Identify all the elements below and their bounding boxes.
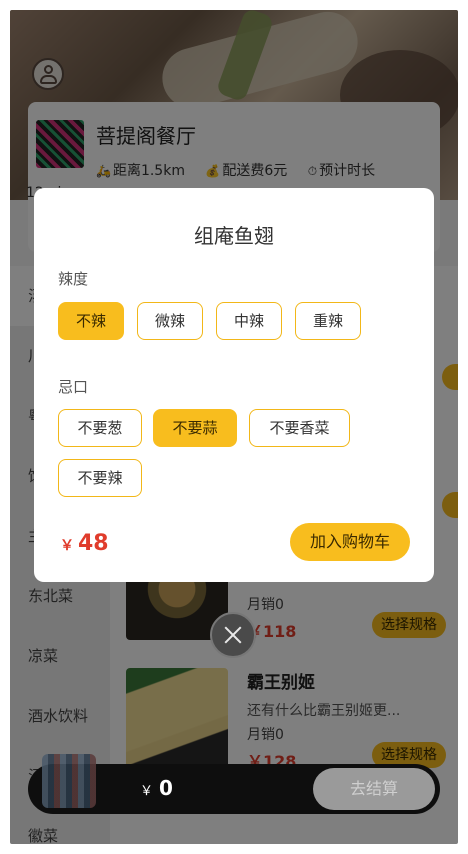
option-no-spicy[interactable]: 不辣 [58,302,124,340]
close-icon[interactable] [210,612,256,658]
option-no-chili[interactable]: 不要辣 [58,459,142,497]
cart-bar: ￥ 0 去结算 [28,754,440,814]
option-no-scallion[interactable]: 不要葱 [58,409,142,447]
cart-icon[interactable] [42,754,96,808]
option-no-coriander[interactable]: 不要香菜 [249,409,350,447]
modal-currency: ￥ [60,538,74,554]
modal-title: 组庵鱼翅 [194,224,274,248]
cart-currency: ￥ [140,784,154,799]
option-medium-spicy[interactable]: 中辣 [216,302,282,340]
option-mild-spicy[interactable]: 微辣 [137,302,203,340]
option-hot-spicy[interactable]: 重辣 [295,302,361,340]
spec-modal: 组庵鱼翅 辣度 不辣 微辣 中辣 重辣 忌口 不要葱 不要蒜 不要香菜 不要辣 … [34,188,434,582]
cart-total-value: 0 [159,776,173,800]
dietary-label: 忌口 [58,378,89,396]
option-no-garlic[interactable]: 不要蒜 [153,409,237,447]
spice-level-label: 辣度 [58,270,89,288]
app-screen: 菩提阁餐厅 🛵距离1.5km 💰配送费6元 ⏱预计时长 12min 汤 川 粤 … [10,10,458,844]
modal-price: ￥ 48 [60,531,109,556]
cart-total: ￥ 0 [140,776,173,800]
modal-price-value: 48 [78,531,109,556]
add-to-cart-button[interactable]: 加入购物车 [290,523,410,561]
checkout-button[interactable]: 去结算 [313,768,435,810]
